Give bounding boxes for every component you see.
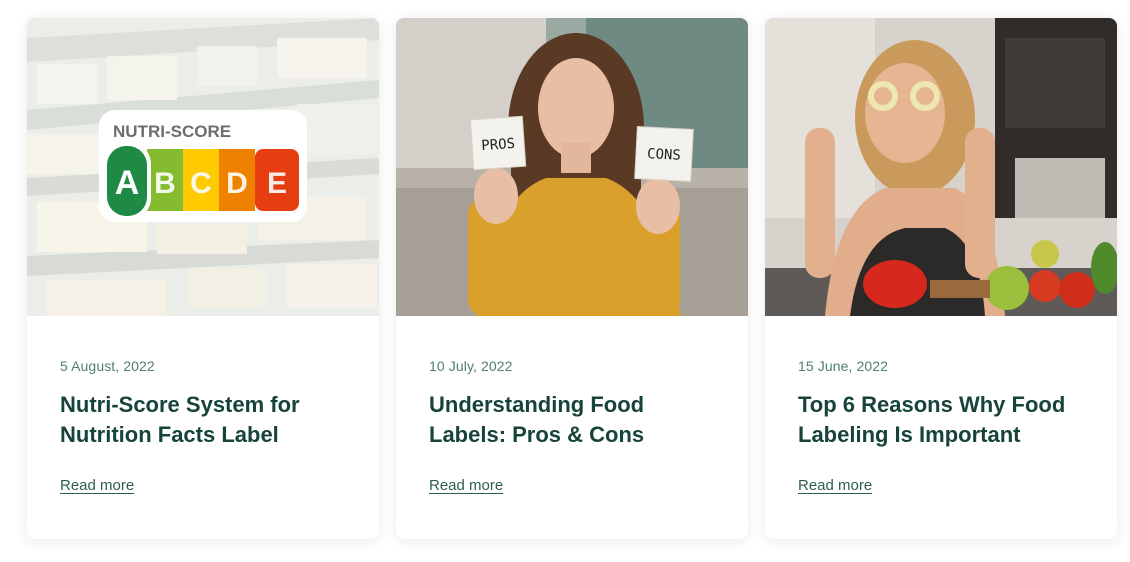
svg-text:D: D [226, 167, 248, 200]
nutri-score-badge: NUTRI-SCORE A B C D E [99, 110, 307, 222]
svg-text:C: C [190, 167, 212, 200]
card-body: 10 July, 2022 Understanding Food Labels:… [396, 358, 748, 495]
svg-text:E: E [267, 167, 287, 200]
blog-post-grid: NUTRI-SCORE A B C D E 5 August, 2022 Nut… [27, 18, 1117, 539]
svg-text:A: A [115, 164, 140, 202]
read-more-link[interactable]: Read more [798, 477, 872, 494]
post-thumbnail-food-labeling[interactable] [765, 18, 1117, 316]
post-date: 5 August, 2022 [60, 358, 155, 374]
post-title[interactable]: Top 6 Reasons Why Food Labeling Is Impor… [798, 390, 1084, 450]
post-thumbnail-pros-cons[interactable]: PROS CONS [396, 18, 748, 316]
read-more-link[interactable]: Read more [429, 477, 503, 494]
svg-text:PROS: PROS [481, 136, 516, 154]
card-body: 5 August, 2022 Nutri-Score System for Nu… [27, 358, 379, 495]
card-body: 15 June, 2022 Top 6 Reasons Why Food Lab… [765, 358, 1117, 495]
read-more-link[interactable]: Read more [60, 477, 134, 494]
post-date: 10 July, 2022 [429, 358, 513, 374]
post-date: 15 June, 2022 [798, 358, 889, 374]
blog-card[interactable]: 15 June, 2022 Top 6 Reasons Why Food Lab… [765, 18, 1117, 539]
svg-text:B: B [154, 167, 176, 200]
blog-card[interactable]: NUTRI-SCORE A B C D E 5 August, 2022 Nut… [27, 18, 379, 539]
post-title[interactable]: Nutri-Score System for Nutrition Facts L… [60, 390, 346, 450]
svg-text:CONS: CONS [647, 146, 682, 164]
svg-text:NUTRI-SCORE: NUTRI-SCORE [113, 122, 231, 141]
blog-card[interactable]: PROS CONS 10 July, 2022 Understanding Fo… [396, 18, 748, 539]
post-title[interactable]: Understanding Food Labels: Pros & Cons [429, 390, 715, 450]
post-thumbnail-nutri-score[interactable]: NUTRI-SCORE A B C D E [27, 18, 379, 316]
